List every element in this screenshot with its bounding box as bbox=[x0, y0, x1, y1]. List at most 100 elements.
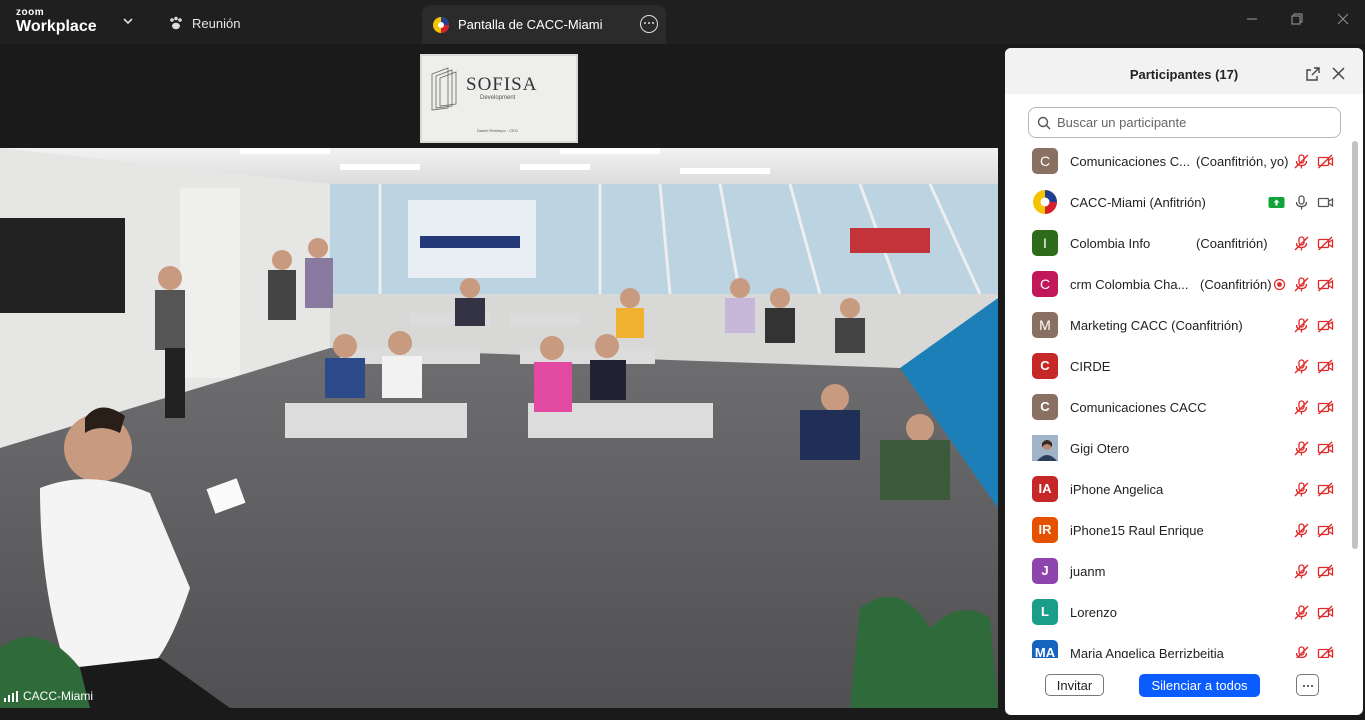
mic-muted-icon[interactable] bbox=[1293, 440, 1310, 457]
participant-row[interactable]: M Marketing CACC (Coanfitrión) bbox=[1005, 305, 1350, 346]
restore-icon[interactable] bbox=[1290, 12, 1304, 26]
slide-subtitle: Development bbox=[480, 95, 516, 101]
camera-off-icon[interactable] bbox=[1317, 358, 1334, 375]
participant-row[interactable]: IA iPhone Angelica bbox=[1005, 469, 1350, 510]
avatar: J bbox=[1032, 558, 1058, 584]
participant-list-scrollbar[interactable] bbox=[1352, 141, 1358, 658]
participant-row[interactable]: C CIRDE bbox=[1005, 346, 1350, 387]
camera-off-icon[interactable] bbox=[1317, 563, 1334, 580]
participant-role: (Coanfitrión) bbox=[1196, 236, 1268, 251]
slide-title: SOFISA bbox=[466, 74, 538, 95]
participants-panel: Participantes (17) C Comunicaciones C... (… bbox=[1005, 48, 1363, 715]
participant-row[interactable]: Jjuanm bbox=[1005, 551, 1350, 592]
recording-icon bbox=[1271, 276, 1288, 293]
participant-row[interactable]: Ccrm Colombia Cha... (Coanfitrión) bbox=[1005, 264, 1350, 305]
participant-role: (Coanfitrión, yo) bbox=[1196, 154, 1289, 169]
chevron-down-icon[interactable] bbox=[121, 14, 135, 28]
participant-row[interactable]: L Lorenzo bbox=[1005, 592, 1350, 633]
share-screen-icon bbox=[1268, 194, 1285, 211]
minimize-icon[interactable] bbox=[1245, 12, 1259, 26]
avatar bbox=[1032, 435, 1058, 461]
tab-meeting-label: Reunión bbox=[192, 15, 241, 31]
conference-room-image bbox=[0, 148, 998, 708]
avatar: C bbox=[1032, 394, 1058, 420]
avatar: C bbox=[1032, 271, 1058, 297]
avatar: C bbox=[1032, 148, 1058, 174]
mic-muted-icon[interactable] bbox=[1293, 399, 1310, 416]
participant-row[interactable]: I Colombia Info (Coanfitrión) bbox=[1005, 223, 1350, 264]
camera-off-icon[interactable] bbox=[1317, 317, 1334, 334]
invite-button[interactable]: Invitar bbox=[1045, 674, 1104, 696]
participant-name: Comunicaciones C... bbox=[1070, 154, 1190, 169]
participant-row[interactable]: C Comunicaciones CACC bbox=[1005, 387, 1350, 428]
panel-header: Participantes (17) bbox=[1005, 48, 1363, 94]
panel-footer: Invitar Silenciar a todos bbox=[1005, 666, 1363, 706]
mic-muted-icon[interactable] bbox=[1293, 153, 1310, 170]
camera-off-icon[interactable] bbox=[1317, 440, 1334, 457]
participant-row[interactable]: MA Maria Angelica Berrizbeitia bbox=[1005, 633, 1350, 658]
participant-name: Comunicaciones CACC bbox=[1070, 400, 1207, 415]
mic-muted-icon[interactable] bbox=[1293, 522, 1310, 539]
mute-all-button[interactable]: Silenciar a todos bbox=[1139, 674, 1260, 697]
mic-muted-icon[interactable] bbox=[1293, 358, 1310, 375]
mic-muted-icon[interactable] bbox=[1293, 276, 1310, 293]
avatar: I bbox=[1032, 230, 1058, 256]
cacc-logo-icon bbox=[433, 16, 449, 33]
participant-name: iPhone Angelica bbox=[1070, 482, 1164, 497]
avatar: MA bbox=[1032, 640, 1058, 658]
participant-row[interactable]: Gigi Otero bbox=[1005, 428, 1350, 469]
tab-screen-share[interactable]: Pantalla de CACC-Miami bbox=[422, 5, 666, 44]
search-participant-box[interactable] bbox=[1028, 107, 1341, 138]
mic-muted-icon[interactable] bbox=[1293, 645, 1310, 658]
tab-share-label: Pantalla de CACC-Miami bbox=[458, 17, 603, 32]
participant-role: (Coanfitrión) bbox=[1200, 277, 1272, 292]
camera-off-icon[interactable] bbox=[1317, 399, 1334, 416]
participant-name: Lorenzo bbox=[1070, 605, 1117, 620]
zoom-logo[interactable]: zoom Workplace bbox=[16, 8, 97, 36]
participant-name: iPhone15 Raul Enrique bbox=[1070, 523, 1204, 538]
camera-off-icon[interactable] bbox=[1317, 481, 1334, 498]
participant-name: Gigi Otero bbox=[1070, 441, 1130, 456]
scrollbar-thumb[interactable] bbox=[1352, 141, 1358, 549]
tab-meeting[interactable]: Reunión bbox=[168, 12, 240, 34]
camera-off-icon[interactable] bbox=[1317, 645, 1334, 658]
mic-muted-icon[interactable] bbox=[1293, 235, 1310, 252]
sofisa-logo-mark bbox=[431, 67, 457, 111]
avatar: C bbox=[1032, 353, 1058, 379]
popout-icon[interactable] bbox=[1306, 67, 1320, 81]
participant-name: Colombia Info bbox=[1070, 236, 1151, 251]
participant-name: CACC-Miami (Anfitrión) bbox=[1070, 195, 1206, 210]
close-icon[interactable] bbox=[1336, 12, 1350, 26]
brand-top-text: zoom bbox=[16, 7, 45, 18]
more-options-button[interactable] bbox=[1296, 674, 1319, 696]
mic-muted-icon[interactable] bbox=[1293, 604, 1310, 621]
signal-icon bbox=[4, 690, 18, 702]
participant-row[interactable]: C Comunicaciones C... (Coanfitrión, yo) bbox=[1005, 141, 1350, 182]
participant-row[interactable]: IR iPhone15 Raul Enrique bbox=[1005, 510, 1350, 551]
avatar: L bbox=[1032, 599, 1058, 625]
camera-icon[interactable] bbox=[1317, 194, 1334, 211]
participant-name: Marketing CACC (Coanfitrión) bbox=[1070, 318, 1243, 333]
camera-off-icon[interactable] bbox=[1317, 522, 1334, 539]
mic-icon[interactable] bbox=[1293, 194, 1310, 211]
camera-off-icon[interactable] bbox=[1317, 153, 1334, 170]
search-input[interactable] bbox=[1057, 115, 1327, 130]
mic-muted-icon[interactable] bbox=[1293, 481, 1310, 498]
video-feed bbox=[0, 148, 998, 708]
mic-muted-icon[interactable] bbox=[1293, 317, 1310, 334]
camera-off-icon[interactable] bbox=[1317, 604, 1334, 621]
camera-off-icon[interactable] bbox=[1317, 235, 1334, 252]
avatar: IA bbox=[1032, 476, 1058, 502]
participant-name: Maria Angelica Berrizbeitia bbox=[1070, 646, 1224, 658]
slide-footer: Daniel Restrepo · CEO bbox=[477, 128, 518, 133]
avatar bbox=[1032, 189, 1058, 215]
presentation-slide: SOFISA Development Daniel Restrepo · CEO bbox=[420, 54, 578, 143]
camera-off-icon[interactable] bbox=[1317, 276, 1334, 293]
more-icon[interactable] bbox=[640, 15, 658, 33]
participant-row[interactable]: CACC-Miami (Anfitrión) bbox=[1005, 182, 1350, 223]
participant-list: C Comunicaciones C... (Coanfitrión, yo) CAC… bbox=[1005, 141, 1350, 658]
shared-screen: SOFISA Development Daniel Restrepo · CEO bbox=[0, 44, 1000, 720]
participant-name: juanm bbox=[1070, 564, 1106, 579]
close-panel-icon[interactable] bbox=[1332, 67, 1345, 80]
mic-muted-icon[interactable] bbox=[1293, 563, 1310, 580]
